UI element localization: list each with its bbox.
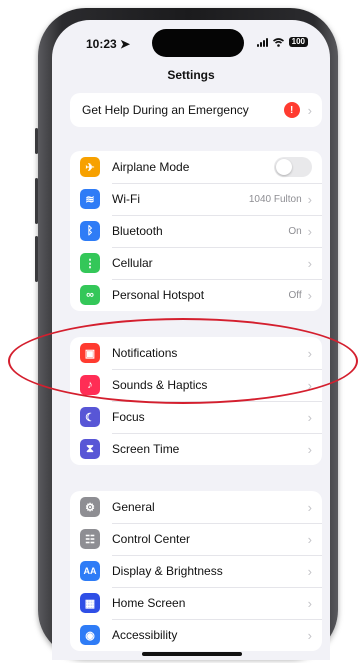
gear-icon: ⚙ bbox=[80, 497, 100, 517]
row-bluetooth[interactable]: ᛒ Bluetooth On › bbox=[70, 215, 322, 247]
chevron-right-icon: › bbox=[307, 255, 312, 271]
chevron-right-icon: › bbox=[307, 595, 312, 611]
row-label: Cellular bbox=[112, 256, 153, 270]
row-label: Focus bbox=[112, 410, 145, 424]
volume-down-button bbox=[35, 236, 38, 282]
row-value: 1040 Fulton bbox=[248, 193, 302, 205]
row-notifications[interactable]: ▣ Notifications › bbox=[70, 337, 322, 369]
general-group: ⚙ General › ☷ Control Center › AA Displa… bbox=[70, 491, 322, 651]
chevron-right-icon: › bbox=[307, 441, 312, 457]
row-label: Accessibility bbox=[112, 628, 178, 642]
row-accessibility[interactable]: ◉ Accessibility › bbox=[70, 619, 322, 651]
chevron-right-icon: › bbox=[307, 102, 312, 118]
row-display-brightness[interactable]: AA Display & Brightness › bbox=[70, 555, 322, 587]
row-screen-time[interactable]: ⧗ Screen Time › bbox=[70, 433, 322, 465]
row-personal-hotspot[interactable]: ∞ Personal Hotspot Off › bbox=[70, 279, 322, 311]
sounds-icon: ♪ bbox=[80, 375, 100, 395]
chevron-right-icon: › bbox=[307, 563, 312, 579]
chevron-right-icon: › bbox=[307, 627, 312, 643]
row-airplane-mode[interactable]: ✈ Airplane Mode bbox=[70, 151, 322, 183]
emergency-label: Get Help During an Emergency bbox=[82, 103, 249, 117]
accessibility-icon: ◉ bbox=[80, 625, 100, 645]
chevron-right-icon: › bbox=[307, 287, 312, 303]
row-label: Sounds & Haptics bbox=[112, 378, 208, 392]
page-title: Settings bbox=[167, 68, 215, 82]
row-control-center[interactable]: ☷ Control Center › bbox=[70, 523, 322, 555]
dynamic-island bbox=[152, 29, 244, 57]
row-label: Screen Time bbox=[112, 442, 180, 456]
bluetooth-icon: ᛒ bbox=[80, 221, 100, 241]
screen-time-icon: ⧗ bbox=[80, 439, 100, 459]
row-label: Home Screen bbox=[112, 596, 186, 610]
chevron-right-icon: › bbox=[307, 345, 312, 361]
notifications-group: ▣ Notifications › ♪ Sounds & Haptics › ☾… bbox=[70, 337, 322, 465]
home-indicator[interactable] bbox=[142, 652, 242, 656]
wifi-icon: ≋ bbox=[80, 189, 100, 209]
hotspot-icon: ∞ bbox=[80, 285, 100, 305]
display-icon: AA bbox=[80, 561, 100, 581]
location-arrow-icon: ➤ bbox=[120, 37, 131, 51]
chevron-right-icon: › bbox=[307, 191, 312, 207]
row-sounds-haptics[interactable]: ♪ Sounds & Haptics › bbox=[70, 369, 322, 401]
wifi-status-icon bbox=[272, 37, 284, 47]
chevron-right-icon: › bbox=[307, 499, 312, 515]
row-wifi[interactable]: ≋ Wi-Fi 1040 Fulton › bbox=[70, 183, 322, 215]
row-label: Bluetooth bbox=[112, 224, 163, 238]
row-focus[interactable]: ☾ Focus › bbox=[70, 401, 322, 433]
airplane-icon: ✈ bbox=[80, 157, 100, 177]
chevron-right-icon: › bbox=[307, 377, 312, 393]
settings-screen: 10:23 ➤ 100 Settings Get Help During an … bbox=[52, 20, 330, 660]
row-cellular[interactable]: ⋮ Cellular › bbox=[70, 247, 322, 279]
airplane-mode-toggle[interactable] bbox=[274, 157, 312, 177]
row-label: Wi-Fi bbox=[112, 192, 140, 206]
row-value: Off bbox=[288, 289, 302, 301]
emergency-row[interactable]: Get Help During an Emergency ! › bbox=[70, 93, 322, 127]
row-label: Airplane Mode bbox=[112, 160, 190, 174]
row-label: Control Center bbox=[112, 532, 191, 546]
row-general[interactable]: ⚙ General › bbox=[70, 491, 322, 523]
chevron-right-icon: › bbox=[307, 223, 312, 239]
row-label: Notifications bbox=[112, 346, 178, 360]
row-label: Display & Brightness bbox=[112, 564, 223, 578]
signal-icon bbox=[256, 37, 268, 47]
status-icons: 100 bbox=[256, 37, 308, 47]
row-value: On bbox=[288, 225, 302, 237]
action-button bbox=[35, 128, 38, 154]
cellular-icon: ⋮ bbox=[80, 253, 100, 273]
emergency-group: Get Help During an Emergency ! › bbox=[70, 93, 322, 127]
focus-icon: ☾ bbox=[80, 407, 100, 427]
volume-up-button bbox=[35, 178, 38, 224]
chevron-right-icon: › bbox=[307, 409, 312, 425]
home-screen-icon: ▦ bbox=[80, 593, 100, 613]
notifications-icon: ▣ bbox=[80, 343, 100, 363]
chevron-right-icon: › bbox=[307, 531, 312, 547]
battery-icon: 100 bbox=[288, 37, 308, 47]
status-time: 10:23 ➤ bbox=[86, 37, 131, 51]
control-center-icon: ☷ bbox=[80, 529, 100, 549]
row-label: Personal Hotspot bbox=[112, 288, 205, 302]
row-label: General bbox=[112, 500, 155, 514]
alert-badge: ! bbox=[283, 102, 300, 118]
row-home-screen[interactable]: ▦ Home Screen › bbox=[70, 587, 322, 619]
connectivity-group: ✈ Airplane Mode ≋ Wi-Fi 1040 Fulton › ᛒ … bbox=[70, 151, 322, 311]
